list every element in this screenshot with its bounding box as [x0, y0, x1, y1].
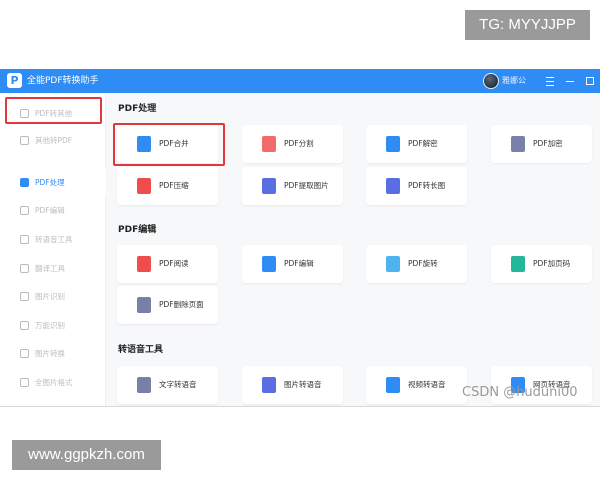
title-bar: P 全能PDF转换助手 雅娜公 [0, 69, 600, 93]
csdn-watermark: CSDN @huduni00 [462, 385, 578, 400]
tool-label: PDF转长图 [408, 181, 446, 190]
sidebar-item-label: 全图片格式 [35, 378, 73, 387]
sidebar-item-other-to-pdf[interactable]: 其他转PDF [0, 127, 106, 154]
tool-label: PDF压缩 [159, 181, 189, 190]
sidebar-item-pdf-process[interactable]: PDF处理 [0, 169, 106, 196]
tool-label: 文字转语音 [159, 380, 197, 389]
section-title-voice-tools: 转语音工具 [118, 345, 164, 355]
highlight-frame-pdf-merge [113, 123, 225, 166]
sidebar-item-translate[interactable]: 翻译工具 [0, 255, 106, 282]
tool-label: PDF加页码 [533, 259, 571, 268]
tool-card-text-to-voice[interactable]: 文字转语音 [117, 366, 218, 404]
tool-card-pdf-extract-images[interactable]: PDF提取图片 [242, 167, 343, 205]
sidebar-item-label: 翻译工具 [35, 264, 65, 273]
tool-card-pdf-split[interactable]: PDF分割 [242, 125, 343, 163]
app-logo-icon: P [7, 73, 22, 88]
maximize-button[interactable] [582, 72, 598, 90]
minimize-button[interactable] [562, 72, 578, 90]
tool-card-pdf-compress[interactable]: PDF压缩 [117, 167, 218, 205]
sidebar-item-voice-tools[interactable]: 转语音工具 [0, 226, 106, 253]
sidebar-item-label: 图片转换 [35, 349, 65, 358]
tool-label: PDF编辑 [284, 259, 314, 268]
menu-icon-line [546, 85, 554, 86]
tool-label: PDF旋转 [408, 259, 438, 268]
url-badge: www.ggpkzh.com [12, 440, 161, 470]
tg-badge: TG: MYYJJPP [465, 10, 590, 40]
tool-label: 视频转语音 [408, 380, 446, 389]
user-name[interactable]: 雅娜公 [502, 69, 526, 93]
highlight-frame-sidebar [5, 97, 102, 124]
tool-card-pdf-delete-page[interactable]: PDF删除页面 [117, 286, 218, 324]
maximize-icon [586, 77, 594, 85]
read-icon [137, 256, 151, 272]
sidebar: PDF转其他 其他转PDF PDF处理 PDF编辑 转语音工具 翻译工具 图片识… [0, 93, 106, 406]
voice-tools-icon [20, 235, 29, 244]
tool-label: PDF加密 [533, 139, 563, 148]
minimize-icon [566, 81, 574, 82]
sidebar-item-label: 图片识别 [35, 292, 65, 301]
translate-icon [20, 264, 29, 273]
sidebar-item-image-recognition[interactable]: 图片识别 [0, 283, 106, 310]
tool-label: 图片转语音 [284, 380, 322, 389]
menu-icon [546, 77, 554, 78]
video-voice-icon [386, 377, 400, 393]
universal-recognition-icon [20, 321, 29, 330]
tool-card-pdf-to-long-image[interactable]: PDF转长图 [366, 167, 467, 205]
image-extract-icon [262, 178, 276, 194]
tool-label: PDF删除页面 [159, 300, 204, 309]
tool-card-pdf-page-number[interactable]: PDF加页码 [491, 245, 592, 283]
sidebar-item-pdf-edit[interactable]: PDF编辑 [0, 197, 106, 224]
sidebar-item-label: 转语音工具 [35, 235, 73, 244]
sidebar-item-label: PDF处理 [35, 178, 65, 187]
tool-card-video-to-voice[interactable]: 视频转语音 [366, 366, 467, 404]
tool-label: PDF提取图片 [284, 181, 329, 190]
tool-card-pdf-edit[interactable]: PDF编辑 [242, 245, 343, 283]
app-title: 全能PDF转换助手 [27, 76, 99, 86]
text-voice-icon [137, 377, 151, 393]
rotate-icon [386, 256, 400, 272]
menu-button[interactable] [542, 72, 558, 90]
unlock-icon [386, 136, 400, 152]
sidebar-item-label: 万能识别 [35, 321, 65, 330]
tool-label: PDF阅读 [159, 259, 189, 268]
tool-label: PDF解密 [408, 139, 438, 148]
sidebar-item-image-convert[interactable]: 图片转换 [0, 340, 106, 367]
tool-card-pdf-encrypt[interactable]: PDF加密 [491, 125, 592, 163]
pdf-process-icon [20, 178, 29, 187]
tool-card-image-to-voice[interactable]: 图片转语音 [242, 366, 343, 404]
page-number-icon [511, 256, 525, 272]
other-to-pdf-icon [20, 136, 29, 145]
sidebar-item-label: PDF编辑 [35, 206, 65, 215]
lock-icon [511, 136, 525, 152]
all-image-formats-icon [20, 378, 29, 387]
image-recognition-icon [20, 292, 29, 301]
tool-card-pdf-decrypt[interactable]: PDF解密 [366, 125, 467, 163]
tool-label: PDF分割 [284, 139, 314, 148]
sidebar-item-label: 其他转PDF [35, 136, 73, 145]
tool-card-pdf-read[interactable]: PDF阅读 [117, 245, 218, 283]
sidebar-item-all-image-formats[interactable]: 全图片格式 [0, 369, 106, 396]
sidebar-item-universal-recognition[interactable]: 万能识别 [0, 312, 106, 339]
tool-card-pdf-rotate[interactable]: PDF旋转 [366, 245, 467, 283]
compress-icon [137, 178, 151, 194]
long-image-icon [386, 178, 400, 194]
menu-icon-line [546, 81, 554, 82]
section-title-pdf-process: PDF处理 [118, 104, 157, 114]
user-avatar[interactable] [483, 73, 499, 89]
split-icon [262, 136, 276, 152]
edit-icon [262, 256, 276, 272]
section-title-pdf-edit: PDF编辑 [118, 225, 157, 235]
pdf-edit-icon [20, 206, 29, 215]
delete-page-icon [137, 297, 151, 313]
image-convert-icon [20, 349, 29, 358]
image-voice-icon [262, 377, 276, 393]
screenshot-page: TG: MYYJJPP P 全能PDF转换助手 雅娜公 PDF转其他 其他转PD… [0, 0, 600, 480]
